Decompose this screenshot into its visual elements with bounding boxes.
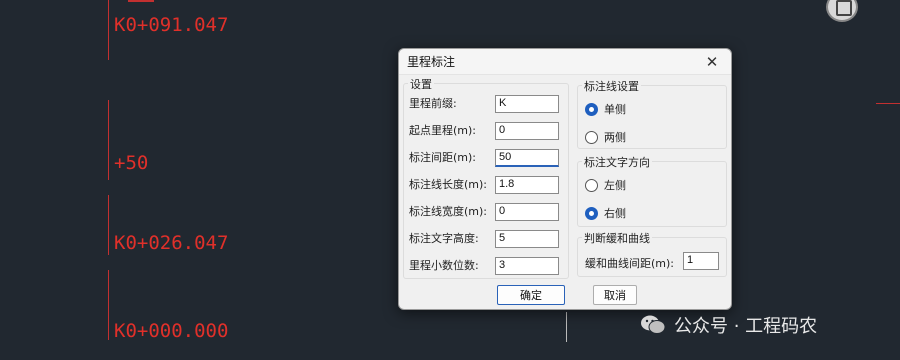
cancel-button[interactable]: 取消 [593,285,637,305]
cad-leader-line [108,0,109,60]
text-direction-title: 标注文字方向 [582,154,652,170]
radio-unchecked-icon [585,178,598,192]
radio-checked-icon [585,206,598,220]
start-mileage-label: 起点里程(m): [409,124,477,137]
view-cube-icon[interactable] [826,0,858,22]
watermark: 公众号 · 工程码农 [640,312,817,338]
text-height-label: 标注文字高度: [409,232,479,245]
ok-button[interactable]: 确定 [497,285,565,305]
station-label-start: K0+000.000 [114,320,229,342]
radio-single-side[interactable]: 单侧 [585,101,626,117]
radio-left-side[interactable]: 左侧 [585,177,626,193]
radio-checked-icon [585,102,598,116]
field-row-prefix: 里程前缀: [409,95,497,111]
radio-left-side-label: 左侧 [604,179,626,192]
dialog-titlebar[interactable]: 里程标注 ✕ [399,49,731,75]
watermark-text: 公众号 · 工程码农 [674,316,818,337]
text-height-input[interactable]: 5 [495,230,559,248]
curve-group-title: 判断缓和曲线 [582,230,652,246]
dialog-title: 里程标注 [407,55,456,69]
interval-label: 标注间距(m): [409,151,477,164]
cad-leader-line [108,195,109,255]
radio-both-sides[interactable]: 两侧 [585,129,626,145]
field-row-decimals: 里程小数位数: [409,257,497,273]
radio-right-side-label: 右侧 [604,207,626,220]
prefix-input[interactable]: K [495,95,559,113]
station-label-mid: K0+026.047 [114,232,229,254]
interval-input[interactable]: 50 [495,149,559,167]
field-row-line-length: 标注线长度(m): [409,176,497,192]
settings-group-title: 设置 [408,76,434,92]
mileage-annotation-dialog: 里程标注 ✕ 设置 里程前缀: K 起点里程(m): 0 标注间距(m): 50… [398,48,732,310]
wechat-icon [640,314,666,336]
cad-leader-line [108,100,109,180]
station-label-top: K0+091.047 [114,14,229,36]
decimals-input[interactable]: 3 [495,257,559,275]
field-row-interval: 标注间距(m): [409,149,497,165]
radio-right-side[interactable]: 右侧 [585,205,626,221]
prefix-label: 里程前缀: [409,97,457,110]
start-mileage-input[interactable]: 0 [495,122,559,140]
line-width-label: 标注线宽度(m): [409,205,488,218]
station-label-plus50: +50 [114,152,149,174]
decimals-label: 里程小数位数: [409,259,479,272]
cad-leader-line [108,270,109,340]
cad-top-fragment [128,0,154,2]
line-setting-title: 标注线设置 [582,78,641,94]
radio-both-sides-label: 两侧 [604,131,626,144]
line-width-input[interactable]: 0 [495,203,559,221]
radio-unchecked-icon [585,130,598,144]
cad-tick [876,103,900,104]
field-row-text-height: 标注文字高度: [409,230,497,246]
field-row-line-width: 标注线宽度(m): [409,203,497,219]
close-icon[interactable]: ✕ [701,52,723,72]
radio-single-side-label: 单侧 [604,103,626,116]
curve-spacing-label: 缓和曲线间距(m): [585,257,675,270]
line-length-input[interactable]: 1.8 [495,176,559,194]
cad-axis-line [566,312,567,342]
curve-spacing-input[interactable]: 1 [683,252,719,270]
field-row-start: 起点里程(m): [409,122,497,138]
line-length-label: 标注线长度(m): [409,178,488,191]
